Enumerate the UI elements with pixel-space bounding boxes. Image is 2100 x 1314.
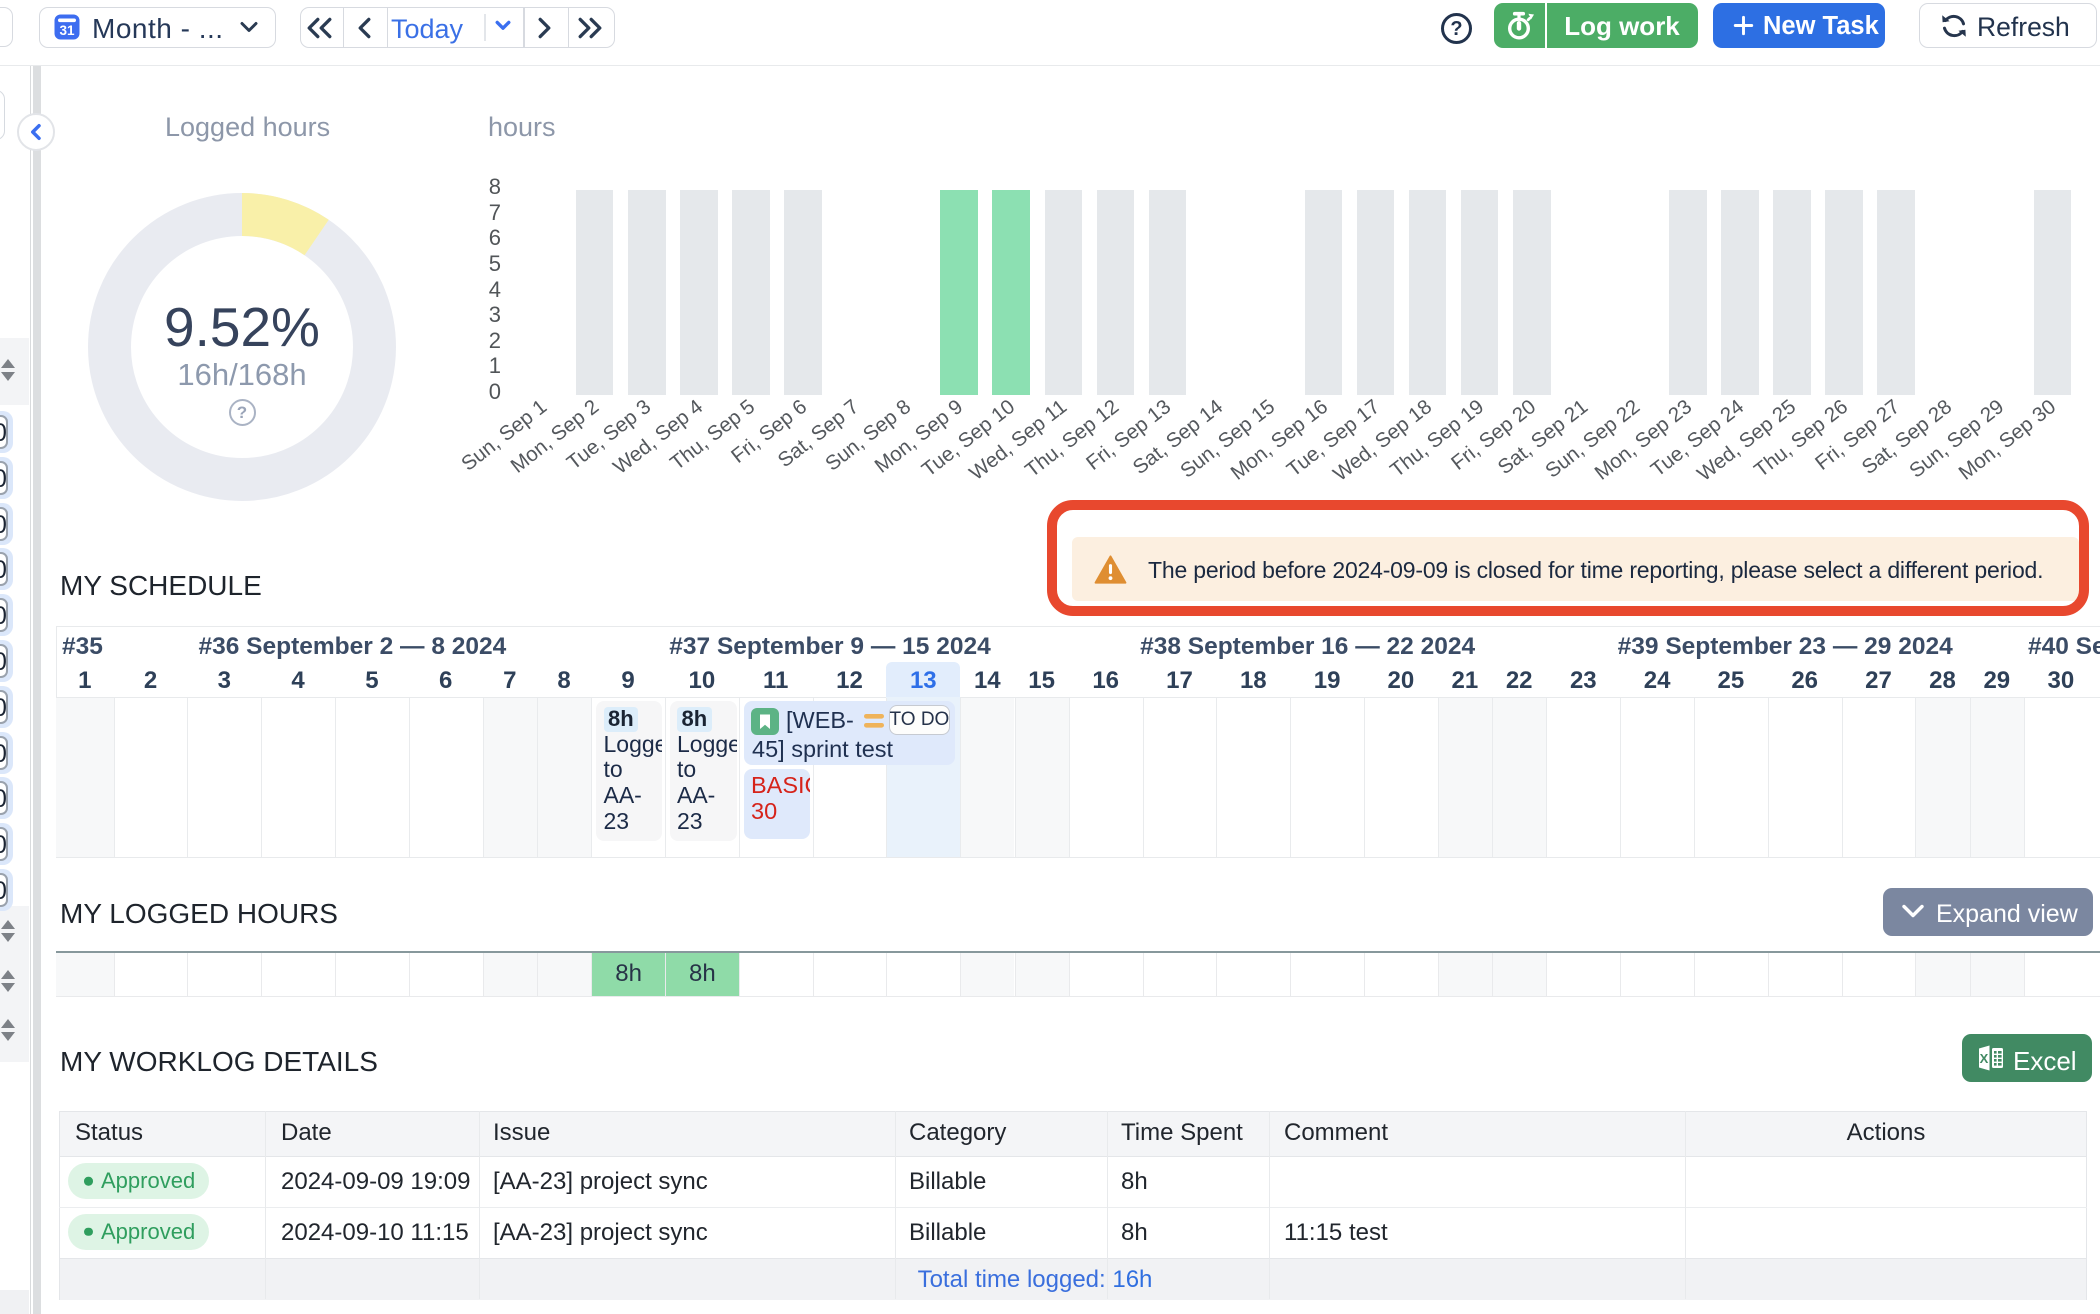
svg-text:X: X xyxy=(1980,1051,1989,1066)
svg-text:31: 31 xyxy=(59,23,75,38)
